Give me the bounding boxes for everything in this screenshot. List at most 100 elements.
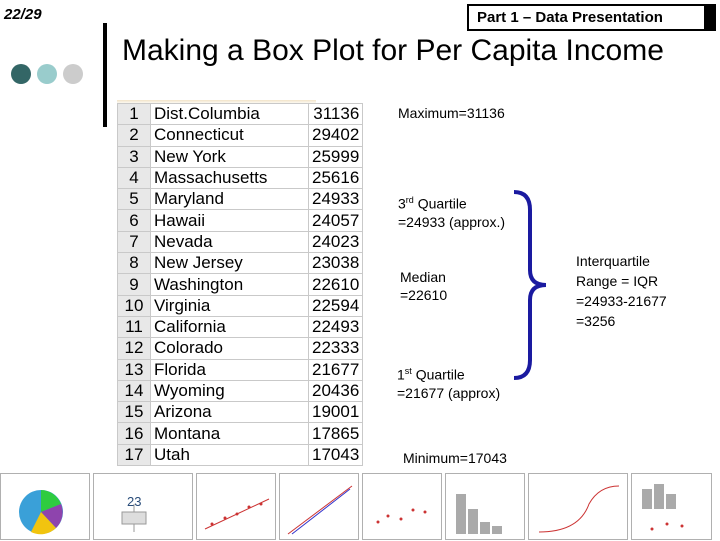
row-rank: 9 bbox=[117, 273, 151, 296]
q3-annotation: 3rd Quartile =24933 (approx.) bbox=[398, 191, 505, 231]
section-title: Part 1 – Data Presentation bbox=[477, 9, 663, 26]
row-income: 21677 bbox=[307, 358, 364, 381]
table-row: 14 Wyoming 20436 bbox=[117, 379, 364, 403]
table-row: 13 Florida 21677 bbox=[117, 358, 364, 381]
row-state: Massachusetts bbox=[150, 166, 309, 190]
row-state: Florida bbox=[150, 358, 309, 381]
row-rank: 11 bbox=[117, 315, 151, 339]
row-income: 29402 bbox=[307, 124, 364, 147]
row-state: Washington bbox=[150, 273, 309, 296]
median-label: Median bbox=[400, 269, 446, 285]
iqr-line-4: =3256 bbox=[576, 313, 616, 329]
q1-value: =21677 (approx) bbox=[397, 384, 501, 401]
row-income: 24023 bbox=[307, 230, 364, 254]
row-state: Wyoming bbox=[150, 379, 309, 403]
row-rank: 8 bbox=[117, 252, 151, 275]
row-state: Connecticut bbox=[150, 124, 309, 147]
thumbnail-histogram-2[interactable] bbox=[631, 473, 712, 540]
table-row: 8 New Jersey 23038 bbox=[117, 252, 364, 275]
row-rank: 12 bbox=[117, 337, 151, 360]
row-state: Hawaii bbox=[150, 209, 309, 232]
row-rank: 10 bbox=[117, 294, 151, 317]
row-rank: 13 bbox=[117, 358, 151, 381]
table-row: 5 Maryland 24933 bbox=[117, 188, 364, 211]
iqr-line-1: Interquartile bbox=[576, 253, 650, 269]
row-state: Nevada bbox=[150, 230, 309, 254]
table-row: 3 New York 25999 bbox=[117, 145, 364, 168]
row-state: Dist.Columbia bbox=[150, 102, 309, 126]
thumbnail-strip bbox=[0, 473, 720, 540]
slide-title: Making a Box Plot for Per Capita Income bbox=[122, 34, 664, 67]
row-rank: 5 bbox=[117, 188, 151, 211]
section-header: Part 1 – Data Presentation bbox=[467, 4, 716, 31]
row-income: 19001 bbox=[307, 401, 364, 424]
table-row: 15 Arizona 19001 bbox=[117, 401, 364, 424]
table-row: 10 Virginia 22594 bbox=[117, 294, 364, 317]
row-rank: 3 bbox=[117, 145, 151, 168]
row-state: Virginia bbox=[150, 294, 309, 317]
q1-label: 1st Quartile bbox=[397, 366, 465, 383]
table-row: 9 Washington 22610 bbox=[117, 273, 364, 296]
title-divider bbox=[103, 23, 107, 127]
table-row: 2 Connecticut 29402 bbox=[117, 124, 364, 147]
row-rank: 17 bbox=[117, 443, 151, 467]
table-row: 6 Hawaii 24057 bbox=[117, 209, 364, 232]
row-state: New Jersey bbox=[150, 252, 309, 275]
thumbnail-scatter-2[interactable] bbox=[362, 473, 442, 540]
table-row: 12 Colorado 22333 bbox=[117, 337, 364, 360]
table-row: 7 Nevada 24023 bbox=[117, 230, 364, 254]
iqr-line-2: Range = IQR bbox=[576, 273, 659, 289]
slide-number: 22/29 bbox=[4, 6, 42, 23]
iqr-brace bbox=[513, 190, 547, 380]
row-rank: 2 bbox=[117, 124, 151, 147]
row-rank: 16 bbox=[117, 422, 151, 445]
row-income: 24057 bbox=[307, 209, 364, 232]
table-row: 17 Utah 17043 bbox=[117, 443, 364, 467]
row-income: 25999 bbox=[307, 145, 364, 168]
row-rank: 6 bbox=[117, 209, 151, 232]
row-rank: 15 bbox=[117, 401, 151, 424]
row-income: 23038 bbox=[307, 252, 364, 275]
row-state: Colorado bbox=[150, 337, 309, 360]
q3-label: 3rd Quartile bbox=[398, 195, 467, 212]
dot-teal bbox=[37, 64, 57, 84]
q1-annotation: 1st Quartile =21677 (approx) bbox=[397, 362, 500, 402]
iqr-annotation: Interquartile Range = IQR =24933-21677 =… bbox=[576, 251, 667, 331]
thumbnail-histogram-1[interactable] bbox=[445, 473, 525, 540]
row-income: 31136 bbox=[307, 102, 364, 126]
row-income: 22594 bbox=[307, 294, 364, 317]
thumbnail-scatter-1[interactable] bbox=[196, 473, 276, 540]
dot-gray bbox=[63, 64, 83, 84]
dot-dark bbox=[11, 64, 31, 84]
row-state: New York bbox=[150, 145, 309, 168]
q3-value: =24933 (approx.) bbox=[398, 213, 506, 230]
thumbnail-label: 23 bbox=[127, 494, 142, 509]
row-rank: 4 bbox=[117, 166, 151, 190]
row-rank: 7 bbox=[117, 230, 151, 254]
row-state: Arizona bbox=[150, 401, 309, 424]
row-income: 25616 bbox=[307, 166, 364, 190]
minimum-annotation: Minimum=17043 bbox=[403, 450, 507, 466]
thumbnail-pie-chart[interactable] bbox=[0, 473, 90, 540]
table-row: 11 California 22493 bbox=[117, 315, 364, 339]
row-income: 17043 bbox=[307, 443, 364, 467]
median-value: =22610 bbox=[400, 287, 448, 303]
row-income: 22610 bbox=[307, 273, 364, 296]
row-income: 22333 bbox=[307, 337, 364, 360]
row-income: 22493 bbox=[307, 315, 364, 339]
table-row: 4 Massachusetts 25616 bbox=[117, 166, 364, 190]
table-row: 1 Dist.Columbia 31136 bbox=[117, 102, 364, 126]
row-state: Utah bbox=[150, 443, 309, 467]
row-rank: 14 bbox=[117, 379, 151, 403]
median-annotation: Median =22610 bbox=[400, 268, 447, 304]
income-table: 1 Dist.Columbia 31136 2 Connecticut 29402 3 New… bbox=[117, 102, 364, 467]
thumbnail-probability-plot[interactable] bbox=[279, 473, 359, 540]
thumbnail-cdf-plot[interactable] bbox=[528, 473, 628, 540]
iqr-line-3: =24933-21677 bbox=[576, 293, 667, 309]
row-state: Maryland bbox=[150, 188, 309, 211]
row-state: California bbox=[150, 315, 309, 339]
thumbnail-box-plot[interactable] bbox=[93, 473, 193, 540]
row-state: Montana bbox=[150, 422, 309, 445]
decorative-dots bbox=[11, 64, 83, 84]
row-income: 17865 bbox=[307, 422, 364, 445]
